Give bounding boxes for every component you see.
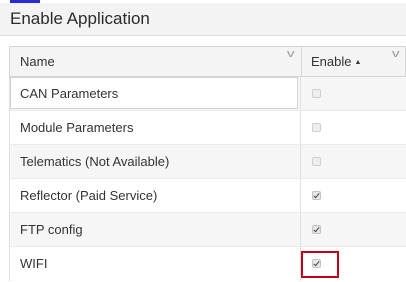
column-divider [300, 111, 301, 145]
row-name: FTP config [20, 222, 83, 237]
panel-title: Enable Application [10, 9, 150, 28]
column-header-name[interactable]: Name [20, 47, 55, 76]
grid-header: Name v Enable ▲ v [9, 46, 406, 77]
panel-header: Enable Application [0, 3, 406, 36]
table-row[interactable]: FTP config [9, 213, 406, 247]
table-row[interactable]: Telematics (Not Available) [9, 145, 406, 179]
sort-ascending-icon[interactable]: ▲ [354, 59, 361, 66]
column-divider [300, 213, 301, 247]
table-row[interactable]: Reflector (Paid Service) [9, 179, 406, 213]
chevron-down-icon[interactable]: v [287, 48, 295, 60]
column-header-name-label: Name [20, 54, 55, 69]
checkmark-icon [313, 191, 320, 199]
column-divider [300, 77, 301, 111]
row-name: CAN Parameters [20, 86, 119, 101]
column-header-enable[interactable]: Enable ▲ [311, 47, 361, 76]
enable-checkbox[interactable] [312, 89, 321, 98]
column-divider [300, 179, 301, 213]
enable-checkbox[interactable] [301, 251, 339, 278]
table-row[interactable]: WIFI [9, 247, 406, 281]
row-name: Reflector (Paid Service) [20, 188, 158, 203]
enable-checkbox[interactable] [312, 123, 321, 132]
column-divider[interactable] [301, 47, 302, 76]
column-divider [300, 145, 301, 179]
enable-checkbox[interactable] [312, 225, 321, 234]
enable-checkbox[interactable] [312, 191, 321, 200]
enable-checkbox[interactable] [312, 157, 321, 166]
column-header-enable-label: Enable [311, 54, 352, 69]
row-name: WIFI [20, 256, 48, 271]
row-name: Module Parameters [20, 120, 134, 135]
row-name: Telematics (Not Available) [20, 154, 170, 169]
chevron-down-icon[interactable]: v [392, 48, 400, 60]
checkmark-icon [313, 225, 320, 233]
table-row[interactable]: Module Parameters [9, 111, 406, 145]
table-row[interactable]: CAN Parameters [9, 77, 406, 111]
highlight-box [301, 251, 339, 278]
